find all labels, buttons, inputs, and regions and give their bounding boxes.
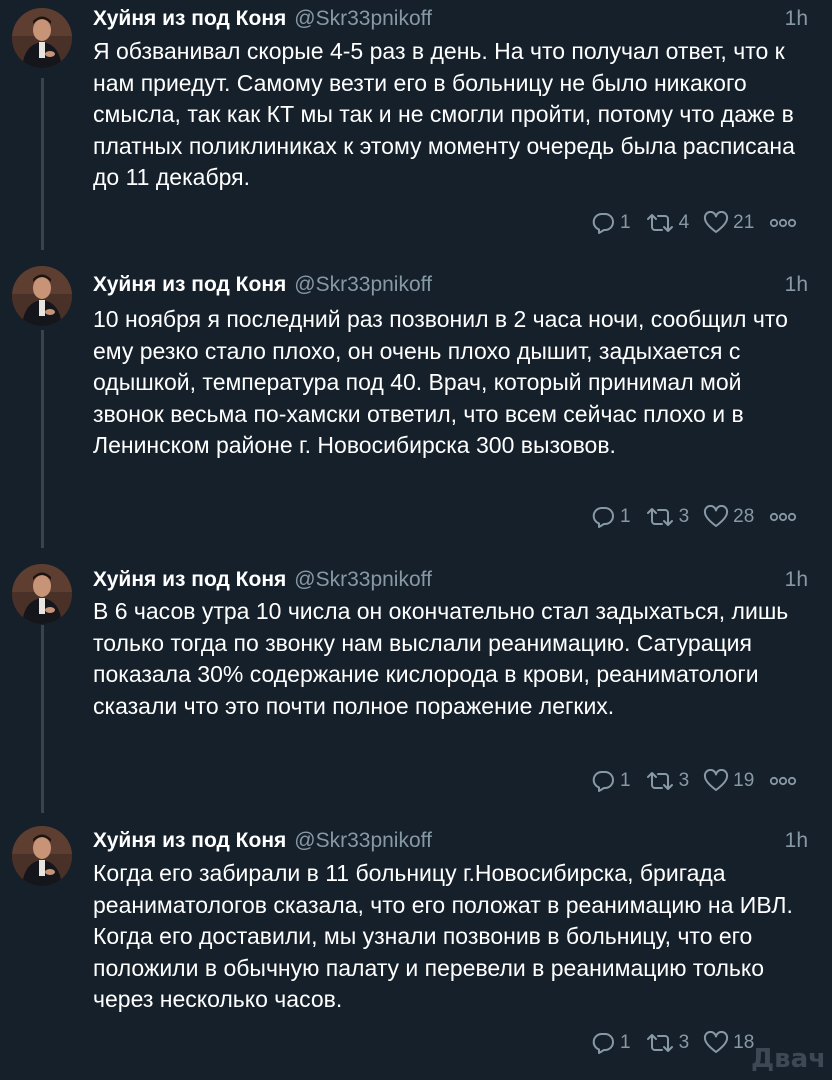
like-button[interactable]: 18 bbox=[703, 1031, 754, 1055]
retweet-icon bbox=[646, 508, 673, 526]
reply-count: 1 bbox=[620, 1032, 631, 1053]
reply-button[interactable]: 1 bbox=[590, 211, 631, 235]
author-name[interactable]: Хуйня из под Коня bbox=[93, 568, 286, 591]
tweet-actions: 1 4 21 bbox=[590, 208, 798, 238]
author-handle[interactable]: @Skr33pnikoff bbox=[294, 7, 432, 30]
timestamp[interactable]: 1h bbox=[785, 826, 808, 856]
more-button[interactable] bbox=[768, 217, 798, 229]
reply-icon bbox=[592, 771, 614, 792]
tweet-actions: 1 3 19 bbox=[590, 766, 798, 796]
reply-icon bbox=[592, 1033, 614, 1054]
watermark: Двач bbox=[750, 1044, 826, 1074]
reply-button[interactable]: 1 bbox=[590, 505, 631, 529]
author-handle[interactable]: @Skr33pnikoff bbox=[294, 568, 432, 591]
reply-icon bbox=[592, 507, 614, 528]
tweet-header: Хуйня из под Коня @Skr33pnikoff 1h bbox=[93, 270, 820, 300]
like-count: 28 bbox=[733, 506, 755, 527]
tweet-text: В 6 часов утра 10 числа он окончательно … bbox=[93, 598, 789, 719]
retweet-icon bbox=[646, 1034, 673, 1052]
reply-button[interactable]: 1 bbox=[590, 769, 631, 793]
tweet-header: Хуйня из под Коня @Skr33pnikoff 1h bbox=[93, 565, 820, 595]
like-button[interactable]: 19 bbox=[703, 769, 754, 793]
tweet-actions: 1 3 18 bbox=[590, 1028, 768, 1058]
tweet-header: Хуйня из под Коня @Skr33pnikoff 1h bbox=[93, 826, 820, 856]
avatar-image bbox=[12, 8, 72, 68]
tweet-text: Когда его забирали в 11 больницу г.Новос… bbox=[93, 860, 793, 1013]
author-handle[interactable]: @Skr33pnikoff bbox=[294, 273, 432, 296]
heart-icon bbox=[704, 1031, 729, 1053]
retweet-count: 3 bbox=[678, 770, 690, 791]
tweet[interactable]: Хуйня из под Коня @Skr33pnikoff 1h В 6 ча… bbox=[0, 558, 832, 822]
retweet-count: 3 bbox=[678, 1032, 690, 1053]
author-name[interactable]: Хуйня из под Коня bbox=[93, 273, 286, 296]
like-button[interactable]: 28 bbox=[703, 505, 754, 529]
author-name[interactable]: Хуйня из под Коня bbox=[93, 829, 286, 852]
tweet[interactable]: Хуйня из под Коня @Skr33pnikoff 1h 10 ноя… bbox=[0, 258, 832, 558]
retweet-count: 4 bbox=[678, 212, 690, 233]
more-button[interactable] bbox=[768, 775, 798, 787]
tweet-header: Хуйня из под Коня @Skr33pnikoff 1h bbox=[93, 4, 820, 34]
heart-icon bbox=[704, 211, 729, 233]
avatar[interactable] bbox=[12, 8, 72, 68]
more-icon bbox=[770, 776, 797, 786]
author-handle[interactable]: @Skr33pnikoff bbox=[294, 829, 432, 852]
retweet-button[interactable]: 3 bbox=[645, 505, 690, 529]
like-button[interactable]: 21 bbox=[703, 211, 754, 235]
more-button[interactable] bbox=[768, 511, 798, 523]
retweet-button[interactable]: 3 bbox=[645, 769, 690, 793]
heart-icon bbox=[704, 769, 729, 791]
reply-button[interactable]: 1 bbox=[590, 1031, 631, 1055]
author-name[interactable]: Хуйня из под Коня bbox=[93, 7, 286, 30]
reply-count: 1 bbox=[620, 212, 631, 233]
tweet-text: 10 ноября я последний раз позвонил в 2 ч… bbox=[93, 306, 788, 459]
timestamp[interactable]: 1h bbox=[785, 565, 808, 595]
heart-icon bbox=[704, 505, 729, 527]
retweet-icon bbox=[646, 214, 673, 232]
avatar[interactable] bbox=[12, 826, 72, 886]
more-icon bbox=[770, 512, 797, 522]
retweet-button[interactable]: 3 bbox=[645, 1031, 690, 1055]
retweet-button[interactable]: 4 bbox=[645, 211, 690, 235]
more-icon bbox=[770, 218, 797, 228]
tweet-text: Я обзванивал скорые 4-5 раз в день. На ч… bbox=[93, 38, 795, 191]
retweet-count: 3 bbox=[678, 506, 690, 527]
reply-count: 1 bbox=[620, 770, 631, 791]
reply-count: 1 bbox=[620, 506, 631, 527]
like-count: 19 bbox=[733, 770, 755, 791]
timestamp[interactable]: 1h bbox=[785, 4, 808, 34]
tweet[interactable]: Хуйня из под Коня @Skr33pnikoff 1h Я обзв… bbox=[0, 0, 832, 258]
avatar[interactable] bbox=[12, 266, 72, 326]
retweet-icon bbox=[646, 772, 673, 790]
avatar-image bbox=[12, 564, 72, 624]
timestamp[interactable]: 1h bbox=[785, 270, 808, 300]
tweet[interactable]: Хуйня из под Коня @Skr33pnikoff 1h Когда … bbox=[0, 822, 832, 1080]
reply-icon bbox=[592, 213, 614, 234]
avatar[interactable] bbox=[12, 564, 72, 624]
avatar-image bbox=[12, 826, 72, 886]
tweet-actions: 1 3 28 bbox=[590, 502, 798, 532]
like-count: 21 bbox=[733, 212, 755, 233]
avatar-image bbox=[12, 266, 72, 326]
